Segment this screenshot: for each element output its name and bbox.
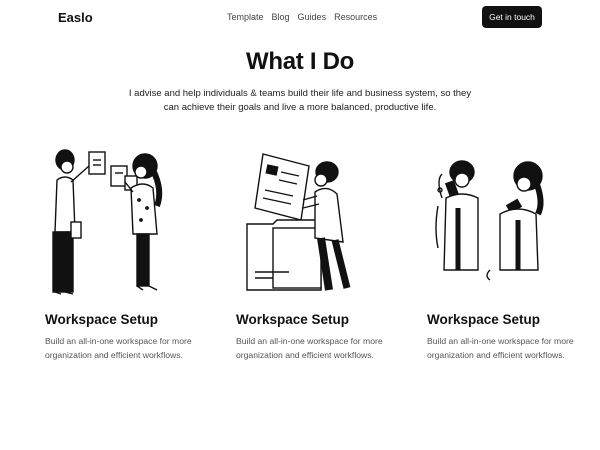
top-nav: Easlo Template Blog Guides Resources Get… <box>0 0 600 36</box>
card-description: Build an all-in-one workspace for more o… <box>45 336 192 360</box>
illustration-documents <box>243 148 358 293</box>
illustration-phone-call <box>432 158 552 283</box>
card-title: Workspace Setup <box>236 312 350 327</box>
nav-menu: Template Blog Guides Resources <box>227 12 377 22</box>
card-description: Build an all-in-one workspace for more o… <box>427 336 574 360</box>
nav-link-blog[interactable]: Blog <box>272 12 290 22</box>
card-title: Workspace Setup <box>427 312 541 327</box>
service-card-3: Workspace Setup Build an all-in-one work… <box>427 312 577 362</box>
card-title: Workspace Setup <box>45 312 159 327</box>
illustration-planning <box>45 140 175 300</box>
site-logo[interactable]: Easlo <box>58 10 93 25</box>
service-card-1: Workspace Setup Build an all-in-one work… <box>45 312 195 362</box>
section-lead: I advise and help individuals & teams bu… <box>128 88 472 113</box>
service-card-2: Workspace Setup Build an all-in-one work… <box>236 312 386 362</box>
nav-link-template[interactable]: Template <box>227 12 264 22</box>
get-in-touch-button[interactable]: Get in touch <box>482 6 542 28</box>
nav-link-resources[interactable]: Resources <box>334 12 377 22</box>
card-description: Build an all-in-one workspace for more o… <box>236 336 383 360</box>
nav-link-guides[interactable]: Guides <box>298 12 327 22</box>
section-title: What I Do <box>246 48 354 75</box>
